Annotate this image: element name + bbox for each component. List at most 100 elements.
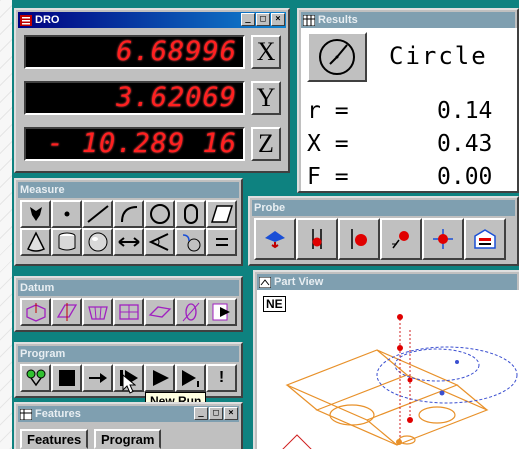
circle-feature-button[interactable] [307,32,367,82]
probe-toolbar: Probe [248,196,519,266]
line-icon [86,205,109,223]
stop-icon [58,370,75,386]
probe-titlebar[interactable]: Probe [252,200,515,216]
probe-tip-icon [29,207,42,221]
sphere-icon [88,232,107,252]
probe-home-icon [265,231,285,249]
exclaim-icon: ! [218,369,225,386]
features-titlebar[interactable]: Features _ □ × [18,406,239,422]
program-toolbar: Program ! [14,342,243,398]
probe-change-button[interactable] [464,218,506,260]
result-f-label: F = [307,164,349,190]
part-view-title: Part View [274,276,324,288]
measure-construct-button[interactable] [175,228,206,256]
probe-angle-button[interactable] [380,218,422,260]
close-button[interactable]: × [271,13,285,26]
measure-circle-button[interactable] [144,200,175,228]
dro-x-axis-button[interactable]: X [251,35,281,69]
circle-feature-icon [319,39,355,75]
probe-qualify-icon [351,229,367,249]
datum-skew-button[interactable] [113,298,144,326]
datum-toolbar: Datum [14,276,243,332]
datum-axis-icon [182,302,199,322]
dro-x-readout: 6.68996 [24,35,245,69]
datum-titlebar[interactable]: Datum [18,280,239,296]
probe-star-button[interactable] [422,218,464,260]
probe-home-button[interactable] [254,218,296,260]
datum-level-icon [25,303,46,322]
datum-plane-button[interactable] [144,298,175,326]
measure-plane-button[interactable] [206,200,237,228]
datum-skew-icon [118,304,139,320]
program-exclaim-button[interactable]: ! [206,364,237,392]
result-f-value: 0.00 [437,164,493,190]
result-r-label: r = [307,98,349,124]
datum-next-button[interactable] [206,298,237,326]
part-wireframe-drawing [282,314,518,449]
measure-cone-button[interactable] [20,228,51,256]
part-view-canvas[interactable]: NE [257,290,519,449]
results-title: Results [318,14,358,26]
dro-window-icon [20,14,32,26]
datum-level-button[interactable] [20,298,51,326]
dro-y-readout: 3.62069 [24,81,245,115]
measure-titlebar[interactable]: Measure [18,182,239,198]
features-maximize-button[interactable]: □ [209,407,223,420]
probe-touch-icon [312,229,322,249]
measure-angle-button[interactable] [144,228,175,256]
program-stop-button[interactable] [51,364,82,392]
measure-line-button[interactable] [82,200,113,228]
tab-program[interactable]: Program [94,429,162,449]
measure-distance-button[interactable] [113,228,144,256]
result-feature-type: Circle [389,42,488,70]
tab-features[interactable]: Features [20,429,89,449]
program-step-button[interactable] [82,364,113,392]
slot-icon [183,204,198,224]
dro-z-axis-button[interactable]: Z [251,127,281,161]
part-view-titlebar[interactable]: Part View [257,274,517,290]
program-titlebar[interactable]: Program [18,346,239,362]
features-close-button[interactable]: × [224,407,238,420]
program-run-button[interactable] [144,364,175,392]
measure-cylinder-button[interactable] [51,228,82,256]
datum-rotate-button[interactable] [51,298,82,326]
play-icon [152,370,169,386]
datum-origin-button[interactable] [82,298,113,326]
cone-icon [26,231,45,252]
measure-probe-tip-button[interactable] [20,200,51,228]
features-minimize-button[interactable]: _ [194,407,208,420]
dro-titlebar[interactable]: DRO _ □ × [18,12,286,28]
part-view-window-icon [259,276,271,288]
program-run-once-button[interactable] [175,364,206,392]
results-window: Results Circle r = 0.14 X = 0.43 F = 0.0… [297,8,519,193]
datum-axis-button[interactable] [175,298,206,326]
measure-toolbar: Measure [14,178,243,266]
probe-title: Probe [254,202,286,214]
measure-slot-button[interactable] [175,200,206,228]
probe-touch-button[interactable] [296,218,338,260]
program-teach-button[interactable] [20,364,51,392]
dro-window: DRO _ □ × 6.68996 X 3.62069 Y - 10.289 1… [14,8,290,173]
datum-plane-icon [148,306,171,318]
probe-qualify-button[interactable] [338,218,380,260]
minimize-button[interactable]: _ [241,13,255,26]
mouse-cursor-icon [122,374,136,394]
measure-equal-button[interactable] [206,228,237,256]
results-titlebar[interactable]: Results [301,12,515,28]
probe-angle-icon [392,231,409,249]
measure-arc-button[interactable] [113,200,144,228]
dro-y-axis-button[interactable]: Y [251,81,281,115]
step-arrow-icon [88,373,107,383]
result-x-label: X = [307,131,349,157]
part-view-window: Part View NE [253,270,519,449]
result-r-value: 0.14 [437,98,493,124]
maximize-button[interactable]: □ [256,13,270,26]
probe-star-icon [433,229,453,249]
probe-rack-icon [474,229,496,249]
arc-icon [120,206,137,223]
distance-icon [117,237,140,247]
result-x-value: 0.43 [437,131,493,157]
program-title: Program [20,348,66,360]
measure-sphere-button[interactable] [82,228,113,256]
measure-point-button[interactable] [51,200,82,228]
